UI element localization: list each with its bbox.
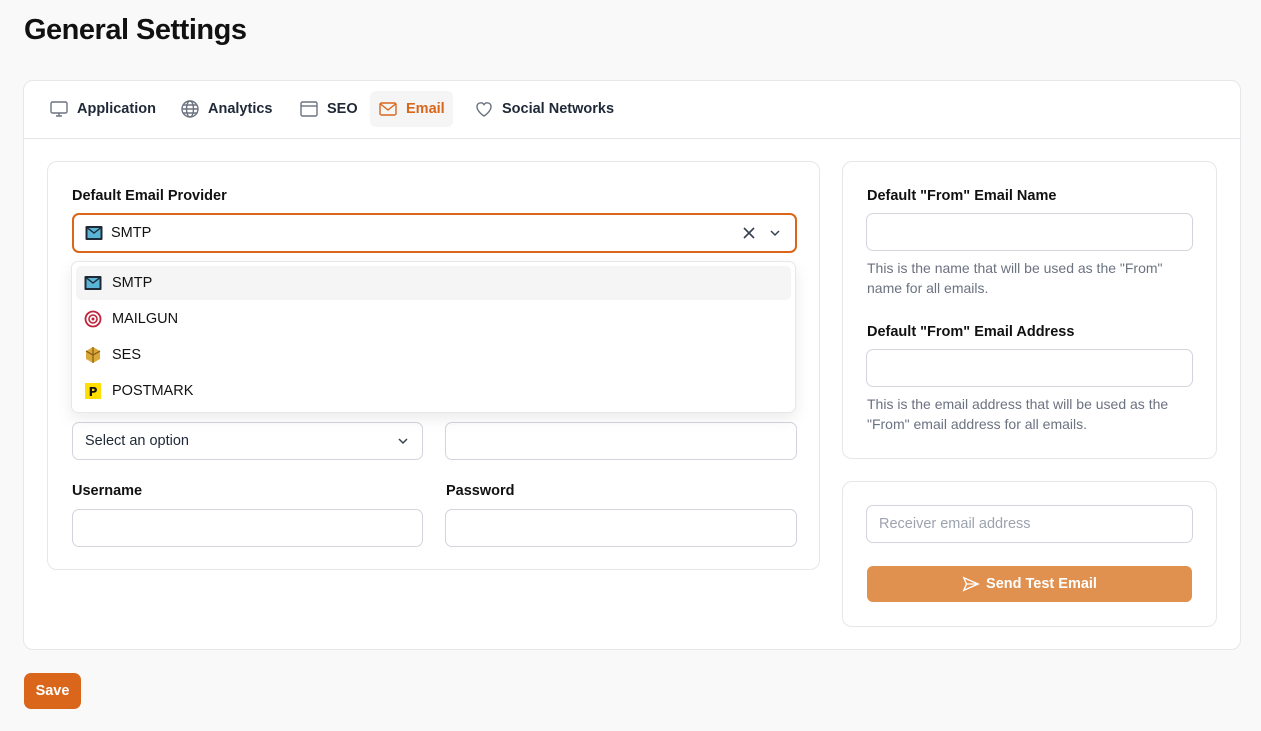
option-label: SMTP [112, 275, 153, 291]
email-provider-label: Default Email Provider [72, 188, 227, 204]
send-icon [962, 576, 980, 592]
password-label: Password [446, 483, 515, 499]
tab-label: Analytics [208, 101, 273, 117]
from-address-input[interactable] [866, 349, 1193, 387]
clear-icon[interactable] [740, 224, 758, 242]
encryption-select[interactable]: Select an option [72, 422, 423, 460]
from-address-help: This is the email address that will be u… [867, 396, 1169, 432]
tab-label: SEO [327, 101, 358, 117]
from-name-label: Default "From" Email Name [867, 188, 1057, 204]
tab-social-networks[interactable]: Social Networks [466, 91, 622, 127]
option-label: POSTMARK [112, 383, 194, 399]
settings-tabs: Application Analytics SEO Email Social N… [24, 81, 1240, 139]
selected-provider: SMTP [111, 225, 152, 241]
username-input[interactable] [72, 509, 423, 547]
tab-label: Email [406, 101, 445, 117]
from-settings-panel: Default "From" Email Name This is the na… [842, 161, 1217, 459]
smtp-envelope-icon [84, 274, 102, 292]
from-name-input[interactable] [866, 213, 1193, 251]
encryption-select-placeholder: Select an option [85, 433, 189, 449]
browser-window-icon [300, 101, 318, 117]
send-test-email-label: Send Test Email [986, 576, 1097, 592]
ses-icon [84, 346, 102, 364]
chevron-down-icon [396, 434, 410, 448]
svg-text:P: P [89, 385, 98, 399]
tab-label: Application [77, 101, 156, 117]
tab-application[interactable]: Application [41, 91, 164, 127]
provider-option-postmark[interactable]: P POSTMARK [76, 374, 791, 408]
save-button[interactable]: Save [24, 673, 81, 709]
from-address-label: Default "From" Email Address [867, 324, 1075, 340]
test-email-panel: Send Test Email [842, 481, 1217, 627]
envelope-icon [379, 102, 397, 116]
smtp-envelope-icon [85, 225, 103, 241]
from-name-help: This is the name that will be used as th… [867, 260, 1163, 296]
send-test-email-button[interactable]: Send Test Email [867, 566, 1192, 602]
heart-icon [476, 102, 492, 117]
email-provider-select[interactable]: SMTP [72, 213, 797, 253]
page-title: General Settings [24, 14, 247, 46]
mailgun-icon [84, 310, 102, 328]
chevron-down-icon[interactable] [766, 224, 784, 242]
port-input[interactable] [445, 422, 797, 460]
postmark-icon: P [84, 382, 102, 400]
globe-icon [181, 100, 199, 118]
tab-analytics[interactable]: Analytics [172, 91, 280, 127]
option-label: MAILGUN [112, 311, 179, 327]
tab-seo[interactable]: SEO [291, 91, 366, 127]
email-provider-dropdown: SMTP MAILGUN SES P POSTMARK [71, 261, 796, 413]
option-label: SES [112, 347, 142, 363]
username-label: Username [72, 483, 143, 499]
tab-email[interactable]: Email [370, 91, 453, 127]
tab-label: Social Networks [502, 101, 615, 117]
provider-option-ses[interactable]: SES [76, 338, 791, 372]
provider-option-smtp[interactable]: SMTP [76, 266, 791, 300]
receiver-email-input[interactable] [866, 505, 1193, 543]
monitor-icon [50, 101, 68, 117]
provider-option-mailgun[interactable]: MAILGUN [76, 302, 791, 336]
password-input[interactable] [445, 509, 797, 547]
